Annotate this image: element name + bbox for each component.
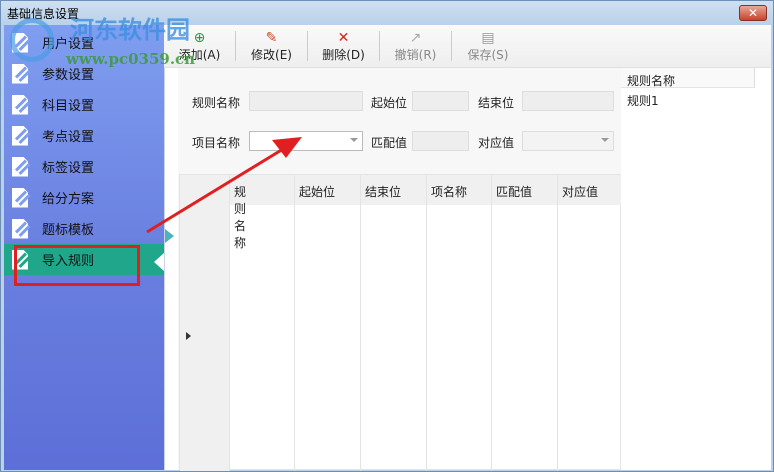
delete-label: 删除(D) xyxy=(322,47,365,62)
document-icon xyxy=(10,125,32,147)
chevron-down-icon xyxy=(601,138,609,142)
sidebar-item-label: 科目设置 xyxy=(42,99,95,114)
sidebar-item-scoring[interactable]: 给分方案 xyxy=(4,182,164,213)
rule-list[interactable]: 规则名称 规则1 xyxy=(621,68,771,470)
document-icon xyxy=(10,94,32,116)
rule-name-input[interactable] xyxy=(249,91,363,111)
splitter[interactable] xyxy=(164,25,178,470)
add-button[interactable]: ⊕ 添加(A) xyxy=(164,29,236,62)
sidebar-item-label: 参数设置 xyxy=(42,68,95,83)
column-header[interactable]: 结束位 xyxy=(365,183,401,200)
add-label: 添加(A) xyxy=(178,47,221,62)
plus-circle-icon: ⊕ xyxy=(193,29,206,46)
sidebar-item-tags[interactable]: 标签设置 xyxy=(4,151,164,182)
edit-label: 修改(E) xyxy=(251,47,292,62)
column-header[interactable]: 起始位 xyxy=(299,183,335,200)
undo-button[interactable]: ↗ 撤销(R) xyxy=(380,29,452,62)
column-header[interactable]: 匹配值 xyxy=(496,183,532,200)
match-input[interactable] xyxy=(412,131,469,151)
document-icon xyxy=(10,218,32,240)
start-label: 起始位 xyxy=(371,96,408,110)
grid-column: 结束位 xyxy=(360,175,401,471)
collapse-arrow-icon[interactable] xyxy=(165,229,174,243)
mapped-select[interactable] xyxy=(522,131,614,151)
save-button[interactable]: ▤ 保存(S) xyxy=(452,29,524,62)
title-bar: 基础信息设置 ✕ xyxy=(1,1,774,25)
end-label: 结束位 xyxy=(478,96,515,110)
column-header[interactable]: 规则名称 xyxy=(234,183,246,251)
document-icon xyxy=(10,32,32,54)
delete-button[interactable]: ✕ 删除(D) xyxy=(308,29,380,62)
sidebar-item-users[interactable]: 用户设置 xyxy=(4,27,164,58)
sidebar-item-label: 用户设置 xyxy=(42,37,95,52)
toolbar: ⊕ 添加(A) ✎ 修改(E) ✕ 删除(D) ↗ 撤销(R) ▤ 保存(S) xyxy=(164,25,771,68)
annotation-highlight-box xyxy=(14,245,140,286)
sidebar-item-label: 考点设置 xyxy=(42,130,95,145)
current-row-arrow-icon xyxy=(186,332,191,340)
column-header[interactable]: 项名称 xyxy=(431,183,467,200)
sidebar-item-label: 题标模板 xyxy=(42,223,95,238)
sidebar-item-templates[interactable]: 题标模板 xyxy=(4,213,164,244)
edit-button[interactable]: ✎ 修改(E) xyxy=(236,29,308,62)
delete-x-icon: ✕ xyxy=(337,29,350,46)
sidebar-item-label: 给分方案 xyxy=(42,192,95,207)
save-disk-icon: ▤ xyxy=(481,29,495,46)
selection-notch xyxy=(154,253,164,271)
grid-column: 规则名称 xyxy=(229,175,246,471)
match-label: 匹配值 xyxy=(371,136,408,150)
rules-grid[interactable]: 规则名称 起始位 结束位 项名称 匹配值 对应值 xyxy=(179,174,622,471)
item-name-select[interactable] xyxy=(249,131,363,151)
mapped-label: 对应值 xyxy=(478,136,515,150)
rule-list-header: 规则名称 xyxy=(621,68,755,88)
window: 基础信息设置 ✕ 用户设置 参数设置 科目设置 考点设置 标签设置 给分方案 题… xyxy=(0,0,774,472)
grid-column: 起始位 xyxy=(294,175,335,471)
grid-column: 匹配值 xyxy=(491,175,532,471)
sidebar-item-subjects[interactable]: 科目设置 xyxy=(4,89,164,120)
start-input[interactable] xyxy=(412,91,469,111)
undo-icon: ↗ xyxy=(409,29,422,46)
document-icon xyxy=(10,156,32,178)
close-button[interactable]: ✕ xyxy=(739,5,767,21)
document-icon xyxy=(10,63,32,85)
grid-column: 对应值 xyxy=(557,175,598,471)
sidebar-item-params[interactable]: 参数设置 xyxy=(4,58,164,89)
item-name-label: 项目名称 xyxy=(192,136,241,150)
sidebar-item-label: 标签设置 xyxy=(42,161,95,176)
save-label: 保存(S) xyxy=(467,47,509,62)
document-icon xyxy=(10,187,32,209)
rule-name-label: 规则名称 xyxy=(192,96,241,110)
grid-column: 项名称 xyxy=(426,175,467,471)
undo-label: 撤销(R) xyxy=(394,47,437,62)
sidebar-item-exam-sites[interactable]: 考点设置 xyxy=(4,120,164,151)
window-title: 基础信息设置 xyxy=(7,7,80,21)
rule-list-item[interactable]: 规则1 xyxy=(621,88,771,113)
chevron-down-icon xyxy=(350,138,358,142)
edit-icon: ✎ xyxy=(265,29,278,46)
column-header[interactable]: 对应值 xyxy=(562,183,598,200)
row-header xyxy=(180,175,229,471)
end-input[interactable] xyxy=(522,91,614,111)
